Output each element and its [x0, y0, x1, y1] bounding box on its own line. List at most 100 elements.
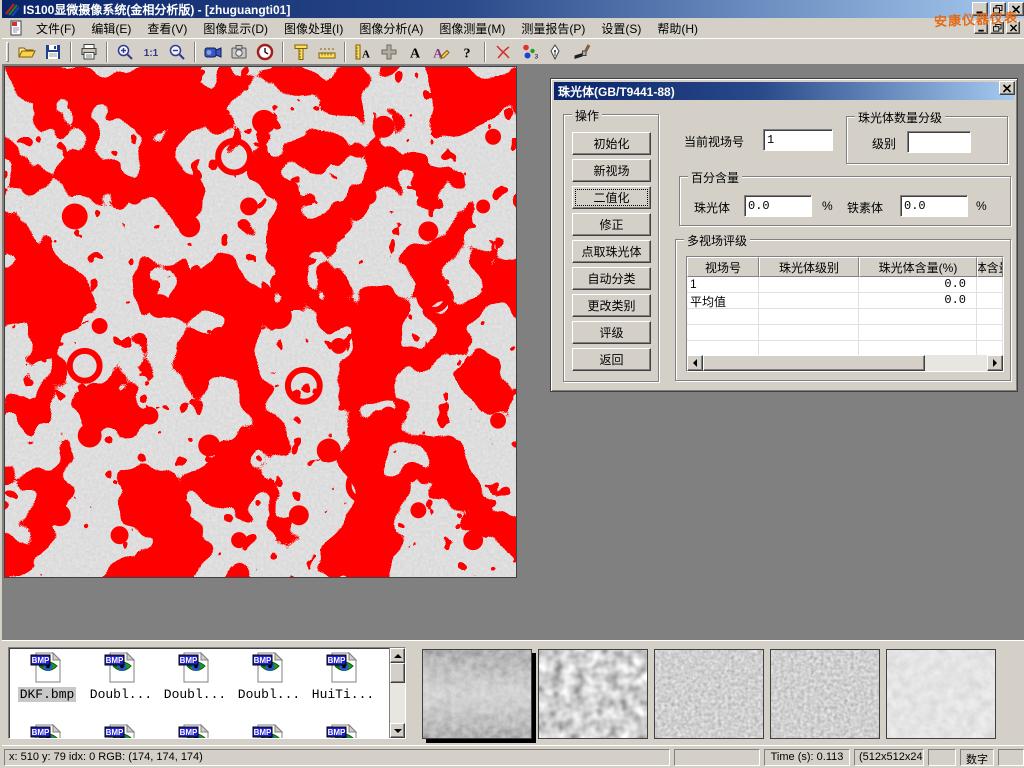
file-item[interactable]: Doubl... — [159, 650, 231, 702]
dialog-title-bar[interactable]: 珠光体(GB/T9441-88) — [554, 82, 1014, 100]
table-horizontal-scrollbar[interactable] — [687, 355, 1003, 371]
table-row[interactable]: 1 0.0 — [687, 277, 1003, 293]
cell-ferrite — [977, 293, 1003, 309]
open-file-button[interactable] — [14, 40, 40, 63]
snapshot-button[interactable] — [226, 40, 252, 63]
title-bar: IS100显微摄像系统(金相分析版) - [zhuguangti01] — [2, 0, 1024, 18]
save-button[interactable] — [40, 40, 66, 63]
file-item[interactable] — [85, 722, 157, 739]
file-name: Doubl... — [162, 687, 228, 702]
timer-button[interactable] — [252, 40, 278, 63]
curve-tool-button[interactable] — [490, 40, 516, 63]
measure-label-button[interactable]: A — [350, 40, 376, 63]
binarize-button[interactable]: 二值化 — [572, 186, 651, 209]
rate-button[interactable]: 评级 — [572, 321, 651, 344]
dialog-close-button[interactable] — [999, 81, 1015, 95]
file-item[interactable] — [307, 722, 379, 739]
scrollbar-thumb[interactable] — [703, 355, 925, 371]
file-name: Doubl... — [236, 687, 302, 702]
ferrite-percent-input[interactable] — [900, 195, 968, 217]
scroll-up-button[interactable] — [390, 648, 405, 663]
caliper-icon — [291, 42, 311, 62]
header-pearlite-content: 珠光体含量(%) — [859, 257, 977, 277]
file-item[interactable]: DKF.bmp — [11, 650, 83, 702]
change-class-button[interactable]: 更改类别 — [572, 294, 651, 317]
file-item[interactable] — [233, 722, 305, 739]
text-button[interactable]: A — [402, 40, 428, 63]
file-item[interactable] — [11, 722, 83, 739]
cell-grade — [759, 277, 859, 293]
header-ferrite-content: 铁素体含量(%) — [977, 257, 1003, 277]
percent-group: 百分含量 珠光体 % 铁素体 % — [679, 176, 1011, 226]
table-row[interactable]: 平均值 0.0 — [687, 293, 1003, 309]
scroll-down-button[interactable] — [390, 723, 405, 738]
new-field-button[interactable]: 新视场 — [572, 159, 651, 182]
annotate-button[interactable]: A — [428, 40, 454, 63]
operation-group: 操作 初始化 新视场 二值化 修正 点取珠光体 自动分类 更改类别 评级 返回 — [563, 114, 659, 382]
status-bar: x: 510 y: 79 idx: 0 RGB: (174, 174, 174)… — [2, 745, 1024, 768]
metallographic-image-canvas[interactable] — [4, 66, 517, 578]
actual-size-button[interactable]: 1:1 — [138, 40, 164, 63]
bmp-file-icon — [251, 650, 287, 684]
auto-classify-button[interactable]: 自动分类 — [572, 267, 651, 290]
file-item[interactable] — [159, 722, 231, 739]
help-button[interactable]: ? — [454, 40, 480, 63]
image-thumbnail-5[interactable] — [886, 649, 996, 739]
file-list[interactable]: DKF.bmp Doubl... Doubl... Doubl... HuiTi… — [8, 647, 406, 739]
particles-icon: 3 — [519, 42, 539, 62]
return-button[interactable]: 返回 — [572, 348, 651, 371]
file-item[interactable]: HuiTi... — [307, 650, 379, 702]
pen-tool-button[interactable] — [542, 40, 568, 63]
scroll-left-button[interactable] — [687, 355, 703, 371]
menu-image-display[interactable]: 图像显示(D) — [195, 18, 276, 39]
image-thumbnail-4[interactable] — [770, 649, 880, 739]
scrollbar-thumb[interactable] — [390, 663, 405, 683]
elapsed-time-panel: Time (s): 0.113 — [764, 749, 850, 766]
zoom-in-button[interactable] — [112, 40, 138, 63]
menu-file[interactable]: 文件(F) — [28, 18, 83, 39]
toolbar-grip[interactable] — [6, 42, 9, 62]
image-thumbnail-2[interactable] — [538, 649, 648, 739]
level-input[interactable] — [907, 131, 971, 153]
zoom-out-button[interactable] — [164, 40, 190, 63]
video-capture-button[interactable] — [200, 40, 226, 63]
print-button[interactable] — [76, 40, 102, 63]
ruler-button[interactable] — [314, 40, 340, 63]
menu-view[interactable]: 查看(V) — [139, 18, 195, 39]
initialize-button[interactable]: 初始化 — [572, 132, 651, 155]
brush-tool-button[interactable] — [568, 40, 594, 63]
menu-report[interactable]: 测量报告(P) — [513, 18, 593, 39]
menu-image-analysis[interactable]: 图像分析(A) — [351, 18, 431, 39]
menu-edit[interactable]: 编辑(E) — [83, 18, 139, 39]
toolbar: 1:1 — [2, 38, 1024, 65]
file-item[interactable]: Doubl... — [233, 650, 305, 702]
scroll-right-button[interactable] — [987, 355, 1003, 371]
caliper-button[interactable] — [288, 40, 314, 63]
menu-settings[interactable]: 设置(S) — [593, 18, 649, 39]
status-panel-blank-1 — [674, 749, 760, 766]
file-list-scrollbar[interactable] — [389, 648, 405, 738]
particle-count-button[interactable]: 3 — [516, 40, 542, 63]
pearlite-percent-input[interactable] — [744, 195, 812, 217]
correct-button[interactable]: 修正 — [572, 213, 651, 236]
menu-bar: 文件(F) 编辑(E) 查看(V) 图像显示(D) 图像处理(I) 图像分析(A… — [2, 18, 1024, 38]
scrollbar-track[interactable] — [703, 355, 987, 371]
cell-ferrite — [977, 277, 1003, 293]
header-field-no: 视场号 — [687, 257, 759, 277]
pick-pearlite-button[interactable]: 点取珠光体 — [572, 240, 651, 263]
header-pearlite-grade: 珠光体级别 — [759, 257, 859, 277]
file-item[interactable]: Doubl... — [85, 650, 157, 702]
menu-image-processing[interactable]: 图像处理(I) — [276, 18, 351, 39]
image-thumbnail-3[interactable] — [654, 649, 764, 739]
current-view-input[interactable] — [763, 129, 833, 151]
arrow-up-icon — [394, 650, 402, 658]
menu-image-measure[interactable]: 图像测量(M) — [431, 18, 513, 39]
bmp-file-icon — [29, 722, 65, 739]
image-thumbnail-1[interactable] — [422, 649, 532, 739]
move-button[interactable] — [376, 40, 402, 63]
printer-icon — [79, 42, 99, 62]
arrow-right-icon — [993, 359, 1001, 367]
cell-field-no: 1 — [687, 277, 759, 293]
menu-help[interactable]: 帮助(H) — [649, 18, 706, 39]
ferrite-percent-sign: % — [976, 199, 987, 213]
